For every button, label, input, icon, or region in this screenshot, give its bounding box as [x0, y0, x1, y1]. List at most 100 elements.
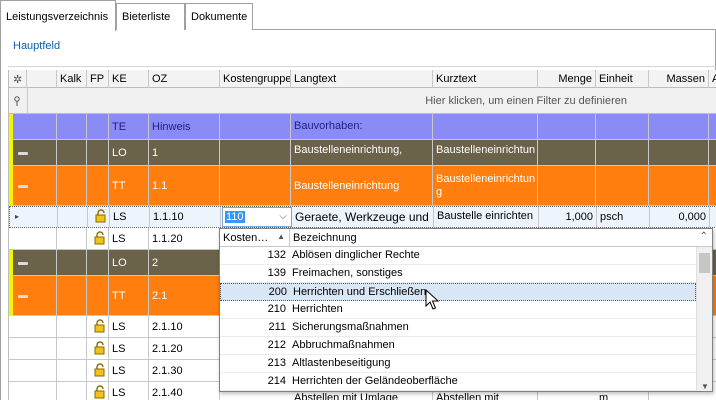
grid-row-lo[interactable]: LO 1 Baustelleneinrichtung, Baustellenei… — [9, 140, 716, 166]
row-marker — [9, 114, 13, 140]
row-marker — [9, 166, 13, 206]
kostengruppe-value[interactable]: 110 — [225, 211, 245, 223]
lock-open-icon[interactable] — [93, 231, 107, 245]
chevron-up-icon[interactable]: ⌃ — [700, 231, 708, 242]
cell-langtext: Geraete, Werkzeuge und — [292, 207, 434, 227]
header-kostengruppe[interactable]: Kostengruppe — [220, 70, 291, 88]
cell-oz: 1.1.20 — [149, 228, 220, 250]
lock-open-icon[interactable] — [93, 363, 107, 377]
dropdown-item[interactable]: 214 Herrichten der Geländeoberfläche — [220, 373, 696, 391]
cell-fp — [87, 166, 109, 206]
item-code: 139 — [267, 267, 286, 279]
mouse-cursor-icon — [425, 289, 439, 310]
lock-open-icon[interactable] — [94, 209, 108, 223]
item-name: Abbruchmaßnahmen — [292, 339, 395, 351]
cell-ke: TT — [109, 276, 149, 316]
cell-langtext: Baustelleneinrichtung — [291, 166, 433, 206]
lock-open-icon[interactable] — [93, 385, 107, 399]
cell-blank — [27, 250, 57, 276]
kurztext-line: g — [436, 186, 443, 198]
cell-menge — [538, 166, 596, 206]
scrollbar-thumb[interactable] — [699, 253, 710, 273]
header-einheit[interactable]: Einheit — [596, 70, 649, 88]
lock-open-icon[interactable] — [93, 341, 107, 355]
cell-kostengruppe — [220, 140, 291, 166]
cell-kalk — [58, 207, 88, 227]
tab-bieterliste[interactable]: Bieterliste — [116, 3, 185, 30]
tab-label: Dokumente — [191, 11, 248, 23]
header-extra[interactable]: A — [709, 70, 716, 88]
cell-einheit — [596, 114, 649, 140]
cell-oz: 1.1 — [149, 166, 220, 206]
cell-kalk — [57, 316, 87, 338]
header-ke[interactable]: KE — [109, 70, 149, 88]
dropdown-item-highlighted[interactable]: 200 Herrichten und Erschließen — [220, 283, 696, 301]
lock-open-icon[interactable] — [93, 319, 107, 333]
tab-dokumente[interactable]: Dokumente — [185, 3, 253, 30]
header-kalk[interactable]: Kalk — [57, 70, 87, 88]
item-name: Herrichten der Geländeoberfläche — [292, 375, 458, 387]
cell-oz: 2 — [149, 250, 220, 276]
item-code: 211 — [268, 321, 286, 333]
filter-row[interactable]: Hier klicken, um einen Filter zu definie… — [9, 88, 716, 114]
item-code: 214 — [267, 375, 286, 387]
cell-fp — [87, 250, 109, 276]
cell-fp — [87, 276, 109, 316]
header-langtext[interactable]: Langtext — [291, 70, 433, 88]
header-fp[interactable]: FP — [87, 70, 109, 88]
cell-oz: 2.1.30 — [149, 360, 220, 382]
dropdown-item[interactable]: 212 Abbruchmaßnahmen — [220, 337, 696, 355]
cell-oz: 2.1.10 — [149, 316, 220, 338]
item-name: Freimachen, sonstiges — [292, 267, 403, 279]
grid-row-te[interactable]: TE Hinweis Bauvorhaben: — [9, 114, 716, 140]
cell-oz: 2.1 — [149, 276, 220, 316]
item-name: Ablösen dinglicher Rechte — [292, 249, 420, 261]
filter-hint[interactable]: Hier klicken, um einen Filter zu definie… — [425, 95, 627, 107]
cell-oz: 2.1.40 — [149, 382, 220, 400]
scroll-down-arrow-icon[interactable]: ▼ — [697, 382, 712, 391]
item-code: 210 — [267, 303, 286, 315]
hauptfeld-label[interactable]: Hauptfeld — [13, 40, 60, 52]
cell-oz: 1.1.10 — [150, 207, 221, 227]
cell-kurztext — [433, 114, 538, 140]
cell-kostengruppe — [220, 114, 291, 140]
dropdown-item[interactable]: 132 Ablösen dinglicher Rechte — [220, 247, 696, 265]
header-oz[interactable]: OZ — [149, 70, 220, 88]
dropdown-col-code[interactable]: Kosten… ▲ — [220, 229, 290, 247]
cell-kalk — [57, 166, 87, 206]
cell-kurztext: Baustelleneinrichtun — [433, 140, 538, 166]
tab-label: Leistungsverzeichnis — [6, 11, 109, 23]
cell-kalk — [57, 228, 87, 250]
row-marker — [9, 140, 13, 166]
column-chooser-icon[interactable]: ✲ — [9, 70, 27, 88]
cell-einheit: psch — [597, 207, 650, 227]
kostengruppe-editor[interactable]: 110 ⌵ — [222, 207, 292, 227]
tab-label: Bieterliste — [122, 11, 171, 23]
dropdown-scrollbar[interactable]: ▼ — [696, 247, 712, 391]
dropdown-item[interactable]: 213 Altlastenbeseitigung — [220, 355, 696, 373]
header-menge[interactable]: Menge — [538, 70, 596, 88]
header-massen[interactable]: Massen — [649, 70, 709, 88]
dropdown-col-name[interactable]: Bezeichnung — [290, 229, 694, 247]
grid-row-tt[interactable]: TT 1.1 Baustelleneinrichtung Baustellene… — [9, 166, 716, 206]
header-kurztext[interactable]: Kurztext — [433, 70, 538, 88]
cell-blank — [28, 207, 58, 227]
dropdown-item[interactable]: 210 Herrichten — [220, 301, 696, 319]
row-marker — [9, 276, 13, 316]
cell-blank — [27, 338, 57, 360]
cell-massen — [649, 140, 709, 166]
tab-leistungsverzeichnis[interactable]: Leistungsverzeichnis — [0, 0, 116, 31]
chevron-down-icon[interactable]: ⌵ — [275, 208, 291, 226]
cell-kalk — [57, 250, 87, 276]
grid-header: ✲ Kalk FP KE OZ Kostengruppe Langtext Ku… — [9, 70, 716, 88]
cell-kalk — [57, 140, 87, 166]
cell-ke: LS — [109, 382, 149, 400]
kostengruppe-dropdown[interactable]: Kosten… ▲ Bezeichnung ⌃ 132 Ablösen dingl… — [219, 228, 713, 392]
cell-massen — [649, 114, 709, 140]
dropdown-item[interactable]: 211 Sicherungsmaßnahmen — [220, 319, 696, 337]
dropdown-item[interactable]: 139 Freimachen, sonstiges — [220, 265, 696, 283]
grid-row-selected[interactable]: ▸ LS 1.1.10 110 ⌵ Geraete, Werkzeuge und… — [9, 206, 716, 228]
cell-blank — [27, 360, 57, 382]
item-name: Sicherungsmaßnahmen — [292, 321, 409, 333]
row-indicator-icon: ▸ — [15, 212, 20, 221]
